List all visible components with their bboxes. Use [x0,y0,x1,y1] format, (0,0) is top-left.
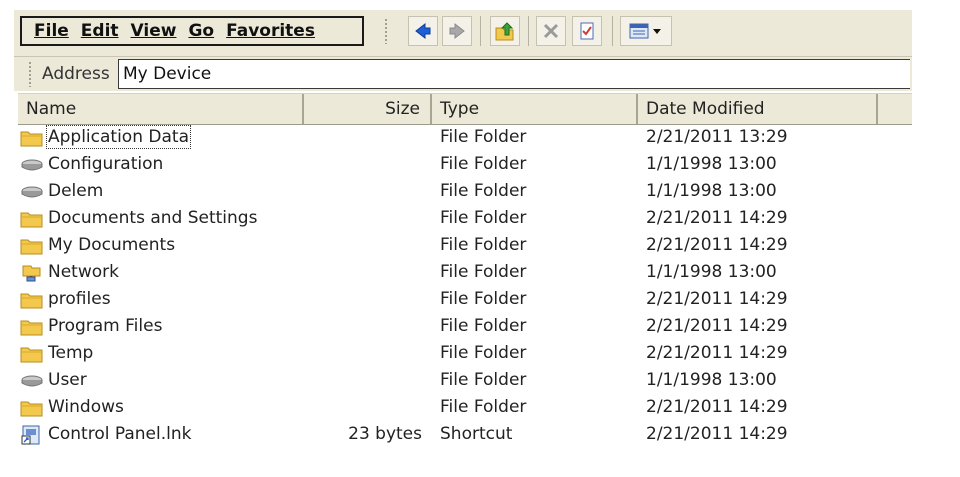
file-type: File Folder [440,397,527,417]
file-type: File Folder [440,127,527,147]
drive-icon [20,155,44,175]
file-name: Documents and Settings [48,208,258,228]
back-arrow-icon [415,22,431,40]
folder-icon [20,128,44,148]
file-name: Windows [48,397,124,417]
file-row[interactable]: Windows File Folder 2/21/2011 14:29 [18,394,912,421]
file-row[interactable]: Application Data File Folder 2/21/2011 13:… [18,124,912,151]
address-input[interactable] [118,59,910,89]
list-header: Name Size Type Date Modified [18,93,912,125]
toolbar-separator [612,16,613,46]
file-type: File Folder [440,343,527,363]
folder-icon [20,398,44,418]
back-button[interactable] [408,16,438,46]
toolbar-grip[interactable] [384,18,388,44]
column-header-date-modified[interactable]: Date Modified [638,94,878,124]
views-icon [629,23,661,39]
file-name: Program Files [48,316,163,336]
file-date-modified: 2/21/2011 14:29 [646,424,788,444]
file-row[interactable]: Configuration File Folder 1/1/1998 13:00 [18,151,912,178]
up-folder-button[interactable] [490,16,520,46]
column-header-type[interactable]: Type [432,94,638,124]
file-name: Configuration [48,154,164,174]
file-type: File Folder [440,208,527,228]
toolbar: File Edit View Go Favorites [14,10,912,57]
network-icon [20,263,44,283]
address-grip[interactable] [28,61,32,87]
file-name: Application Data [46,125,191,149]
file-name: Control Panel.lnk [48,424,192,444]
file-date-modified: 2/21/2011 14:29 [646,208,788,228]
views-dropdown-button[interactable] [620,16,672,46]
file-date-modified: 2/21/2011 14:29 [646,397,788,417]
address-bar: Address [14,57,912,91]
file-type: Shortcut [440,424,513,444]
menu-favorites[interactable]: Favorites [226,21,315,41]
file-name: User [48,370,87,390]
menu-file[interactable]: File [34,21,69,41]
file-row[interactable]: Network File Folder 1/1/1998 13:00 [18,259,912,286]
file-name: Network [48,262,119,282]
file-date-modified: 2/21/2011 14:29 [646,316,788,336]
file-name: Temp [48,343,94,363]
file-name: Delem [48,181,104,201]
file-date-modified: 2/21/2011 14:29 [646,289,788,309]
forward-arrow-icon [449,22,465,40]
shortcut-icon [20,425,44,445]
folder-icon [20,290,44,310]
forward-button[interactable] [442,16,472,46]
file-type: File Folder [440,154,527,174]
file-type: File Folder [440,289,527,309]
file-row[interactable]: Temp File Folder 2/21/2011 14:29 [18,340,912,367]
column-header-name[interactable]: Name [18,94,304,124]
drive-icon [20,371,44,391]
file-row[interactable]: My Documents File Folder 2/21/2011 14:29 [18,232,912,259]
menu-go[interactable]: Go [188,21,214,41]
delete-button[interactable] [536,16,566,46]
menu-bar: File Edit View Go Favorites [20,16,364,46]
delete-x-icon [543,23,559,39]
folder-icon [20,209,44,229]
file-date-modified: 2/21/2011 13:29 [646,127,788,147]
file-date-modified: 1/1/1998 13:00 [646,154,777,174]
file-type: File Folder [440,370,527,390]
toolbar-separator [528,16,529,46]
toolbar-separator [480,16,481,46]
file-type: File Folder [440,235,527,255]
address-label: Address [42,64,110,84]
file-date-modified: 1/1/1998 13:00 [646,181,777,201]
file-row[interactable]: profiles File Folder 2/21/2011 14:29 [18,286,912,313]
file-explorer-window: File Edit View Go Favorites Address My D… [0,0,960,477]
file-date-modified: 2/21/2011 14:29 [646,235,788,255]
folder-icon [20,317,44,337]
up-folder-icon [495,22,514,41]
file-row[interactable]: Documents and Settings File Folder 2/21/20… [18,205,912,232]
file-size: 23 bytes [348,424,422,444]
drive-icon [20,182,44,202]
file-type: File Folder [440,316,527,336]
properties-icon [580,22,594,40]
file-row[interactable]: Delem File Folder 1/1/1998 13:00 [18,178,912,205]
file-date-modified: 1/1/1998 13:00 [646,370,777,390]
file-list: Application Data File Folder 2/21/2011 13:… [18,124,912,448]
file-type: File Folder [440,181,527,201]
file-row[interactable]: User File Folder 1/1/1998 13:00 [18,367,912,394]
file-row[interactable]: Program Files File Folder 2/21/2011 14:29 [18,313,912,340]
folder-icon [20,344,44,364]
file-row[interactable]: Control Panel.lnk 23 bytes Shortcut 2/21/20… [18,421,912,448]
properties-button[interactable] [572,16,602,46]
menu-view[interactable]: View [131,21,177,41]
file-date-modified: 2/21/2011 14:29 [646,343,788,363]
file-date-modified: 1/1/1998 13:00 [646,262,777,282]
folder-icon [20,236,44,256]
file-name: My Documents [48,235,176,255]
menu-edit[interactable]: Edit [81,21,119,41]
column-header-size[interactable]: Size [304,94,432,124]
file-type: File Folder [440,262,527,282]
file-name: profiles [48,289,111,309]
